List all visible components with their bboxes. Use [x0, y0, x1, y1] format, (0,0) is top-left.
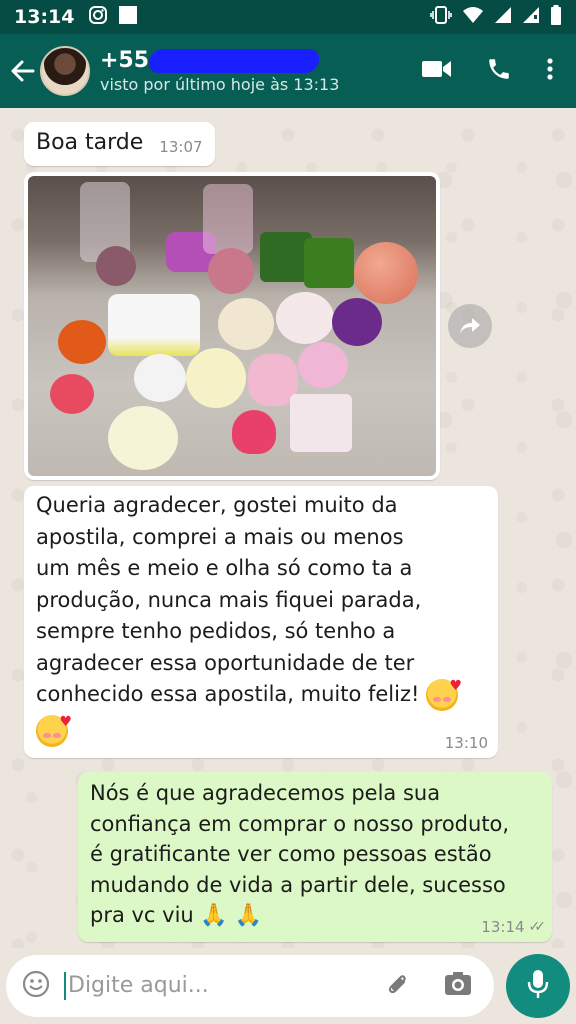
message-line: mudando de vida a partir dele, sucesso	[90, 872, 506, 897]
photo-detail	[332, 298, 382, 346]
status-left-icons	[88, 5, 138, 29]
mic-icon	[527, 969, 549, 1003]
folded-hands-icon: 🙏	[234, 903, 262, 928]
message-bubble[interactable]: Nós é que agradecemos pela sua confiança…	[78, 772, 552, 942]
status-bar: 13:14	[0, 0, 576, 34]
chat-header: +55 visto por último hoje às 13:13	[0, 34, 576, 108]
notification-square-icon	[118, 5, 138, 29]
message-line-wrap: conhecido essa apostila, muito feliz!	[36, 671, 486, 711]
status-right-icons	[430, 5, 562, 29]
read-ticks-icon: ✓✓	[528, 919, 547, 935]
redaction-mark	[146, 48, 322, 73]
status-time: 13:14	[14, 6, 75, 28]
message-line: confiança em comprar o nosso produto,	[90, 811, 510, 836]
photo-detail	[276, 292, 334, 344]
back-arrow-icon[interactable]	[4, 34, 40, 108]
soap-photo[interactable]	[28, 176, 436, 476]
photo-detail	[203, 184, 253, 254]
message-time: 13:07	[159, 138, 203, 156]
photo-detail	[108, 294, 200, 356]
message-bubble[interactable]: Queria agradecer, gostei muito da aposti…	[24, 486, 498, 758]
mic-button[interactable]	[506, 954, 570, 1018]
instagram-icon	[88, 5, 108, 29]
message-line: Queria agradecer, gostei muito da	[36, 493, 398, 517]
photo-detail	[108, 406, 178, 470]
photo-detail	[298, 342, 348, 388]
camera-icon[interactable]	[444, 971, 472, 1001]
forward-button[interactable]	[448, 304, 492, 348]
message-line: é gratificante ver como pessoas estão	[90, 842, 492, 866]
contact-name-row: +55	[100, 48, 339, 73]
smiling-face-with-hearts-icon	[36, 707, 72, 747]
photo-detail	[304, 238, 354, 288]
contact-info[interactable]: +55 visto por último hoje às 13:13	[100, 48, 339, 94]
battery-icon	[550, 5, 562, 29]
message-line: sempre tenho pedidos, só tenho a	[36, 619, 396, 643]
phone-icon[interactable]	[486, 56, 512, 86]
photo-detail	[354, 242, 418, 304]
emoji-icon[interactable]	[22, 970, 50, 1002]
chat-area[interactable]: Boa tarde 13:07 Queria agradecer, gostei…	[0, 108, 576, 948]
message-line-wrap: pra vc viu 🙏 🙏	[90, 900, 540, 932]
signal-icon	[494, 6, 512, 28]
image-message[interactable]	[24, 172, 440, 480]
message-line: pra vc viu	[90, 903, 194, 927]
message-text: Nós é que agradecemos pela sua confiança…	[90, 778, 540, 932]
message-time: 13:10	[444, 734, 488, 752]
message-text: Boa tarde	[36, 130, 144, 155]
photo-detail	[208, 248, 254, 294]
wifi-icon	[462, 6, 484, 28]
avatar[interactable]	[40, 46, 90, 96]
smiling-face-with-hearts-icon	[426, 671, 462, 711]
message-line: um mês e meio e olha só como ta a	[36, 556, 413, 580]
message-line: agradecer essa oportunidade de ter	[36, 650, 415, 675]
message-line-wrap	[36, 707, 486, 747]
photo-detail	[50, 374, 94, 414]
vibrate-icon	[430, 5, 452, 29]
message-time: 13:14	[481, 918, 525, 936]
signal-icon	[522, 6, 540, 28]
photo-detail	[218, 298, 274, 350]
message-input[interactable]: Digite aqui...	[64, 972, 384, 1000]
message-line: produção, nunca mais fiquei parada,	[36, 587, 422, 612]
message-bubble[interactable]: Boa tarde 13:07	[24, 122, 215, 166]
message-text: Queria agradecer, gostei muito da aposti…	[36, 490, 486, 747]
photo-detail	[58, 320, 106, 364]
message-line: apostila, comprei a mais ou menos	[36, 524, 404, 549]
message-input-bar: Digite aqui...	[6, 955, 494, 1017]
photo-detail	[232, 410, 276, 454]
more-vert-icon[interactable]	[546, 57, 554, 85]
message-line: conhecido essa apostila, muito feliz!	[36, 682, 420, 706]
photo-detail	[290, 394, 352, 452]
photo-detail	[134, 354, 186, 402]
input-actions	[384, 970, 472, 1002]
attach-icon[interactable]	[384, 970, 410, 1002]
message-line: Nós é que agradecemos pela sua	[90, 781, 441, 805]
photo-detail	[96, 246, 136, 286]
contact-name: +55	[100, 48, 150, 73]
message-meta: 13:14 ✓✓	[481, 918, 547, 936]
photo-detail	[186, 348, 246, 408]
folded-hands-icon: 🙏	[200, 903, 228, 928]
header-actions	[422, 56, 554, 86]
last-seen-status: visto por último hoje às 13:13	[100, 75, 340, 94]
video-call-icon[interactable]	[422, 58, 452, 84]
